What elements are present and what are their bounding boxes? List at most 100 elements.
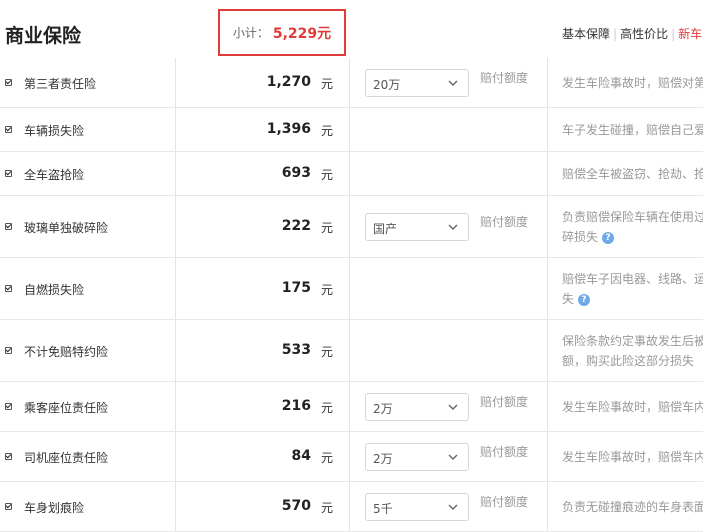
select-checkbox[interactable] [5, 126, 12, 133]
premium-amount: 175 [281, 280, 311, 296]
table-row: 车辆损失险 1,396 元 车子发生碰撞，赔偿自己爱 [0, 108, 703, 152]
currency-unit: 元 [321, 283, 334, 297]
description-line: 发生车险事故时，赔偿车内 [562, 400, 703, 414]
table-row: 不计免赔特约险 533 元 保险条款约定事故发生后被 额，购买此险这部分损失 [0, 320, 703, 382]
select-checkbox[interactable] [5, 79, 12, 86]
select-checkbox[interactable] [5, 170, 12, 177]
page-title: 商业保险 [5, 25, 82, 47]
coverage-label: 赔付额度 [480, 395, 529, 409]
currency-unit: 元 [321, 401, 334, 415]
coverage-amount-select[interactable]: 5千 [365, 493, 469, 521]
table-row: 第三者责任险 1,270 元 20万 赔付额度 发生车险事故时，赔偿对第 [0, 58, 703, 108]
description-line: 发生车险事故时，赔偿对第 [562, 76, 703, 90]
table-row: 乘客座位责任险 216 元 2万 赔付额度 发生车险事故时，赔偿车内 [0, 382, 703, 432]
coverage-name: 不计免赔特约险 [24, 345, 109, 359]
insurance-table: 第三者责任险 1,270 元 20万 赔付额度 发生车险事故时，赔偿对第车辆损失险 1,… [0, 58, 703, 532]
coverage-amount-select[interactable]: 国产 [365, 213, 469, 241]
currency-unit: 元 [321, 124, 334, 138]
description-line: 额，购买此险这部分损失 [562, 354, 695, 368]
coverage-name: 车辆损失险 [24, 124, 85, 138]
chevron-down-icon [448, 224, 458, 230]
plan-tabs: 基本保障 | 高性价比 | 新车 [562, 25, 702, 42]
subtotal-box: 小计： 5,229元 [218, 9, 346, 56]
premium-amount: 570 [281, 498, 311, 514]
coverage-description: 赔偿全车被盗窃、抢劫、抢 [562, 164, 703, 184]
chevron-down-icon [448, 80, 458, 86]
selected-value: 2万 [373, 452, 393, 466]
coverage-name: 司机座位责任险 [24, 451, 109, 465]
help-icon[interactable]: ? [578, 293, 591, 306]
description-line: 负责无碰撞痕迹的车身表面 [562, 500, 703, 514]
coverage-amount-select[interactable]: 2万 [365, 393, 469, 421]
coverage-description: 发生车险事故时，赔偿对第 [562, 73, 703, 93]
coverage-label: 赔付额度 [480, 215, 529, 229]
description-line: 失 [562, 292, 575, 306]
coverage-name: 乘客座位责任险 [24, 401, 109, 415]
table-row: 车身划痕险 570 元 5千 赔付额度 负责无碰撞痕迹的车身表面 [0, 482, 703, 532]
premium-amount: 1,270 [266, 74, 311, 90]
selected-value: 20万 [373, 78, 401, 92]
coverage-amount-select[interactable]: 2万 [365, 443, 469, 471]
table-row: 司机座位责任险 84 元 2万 赔付额度 发生车险事故时，赔偿车内 [0, 432, 703, 482]
coverage-description: 赔偿车子因电器、线路、运失? [562, 269, 703, 309]
coverage-label: 赔付额度 [480, 71, 529, 85]
coverage-name: 全车盗抢险 [24, 168, 85, 182]
description-line: 发生车险事故时，赔偿车内 [562, 450, 703, 464]
table-row: 玻璃单独破碎险 222 元 国产 赔付额度 负责赔偿保险车辆在使用过 碎损失? [0, 196, 703, 258]
select-checkbox[interactable] [5, 347, 12, 354]
premium-amount: 533 [281, 342, 311, 358]
table-row: 自燃损失险 175 元 赔偿车子因电器、线路、运失? [0, 258, 703, 320]
coverage-name: 车身划痕险 [24, 501, 85, 515]
description-line: 赔偿车子因电器、线路、运 [562, 272, 703, 286]
coverage-name: 自燃损失险 [24, 283, 85, 297]
tab-value[interactable]: 高性价比 [620, 27, 668, 41]
tab-new-car[interactable]: 新车 [678, 27, 702, 41]
selected-value: 5千 [373, 502, 393, 516]
currency-unit: 元 [321, 221, 334, 235]
coverage-description: 负责赔偿保险车辆在使用过 碎损失? [562, 207, 703, 247]
description-line: 碎损失 [562, 230, 599, 244]
premium-amount: 1,396 [266, 121, 311, 137]
currency-unit: 元 [321, 168, 334, 182]
chevron-down-icon [448, 404, 458, 410]
description-line: 负责赔偿保险车辆在使用过 [562, 210, 703, 224]
select-checkbox[interactable] [5, 285, 12, 292]
currency-unit: 元 [321, 451, 334, 465]
chevron-down-icon [448, 504, 458, 510]
coverage-description: 车子发生碰撞，赔偿自己爱 [562, 120, 703, 140]
select-checkbox[interactable] [5, 403, 12, 410]
selected-value: 国产 [373, 222, 398, 236]
premium-amount: 693 [281, 165, 311, 181]
coverage-label: 赔付额度 [480, 495, 529, 509]
coverage-description: 保险条款约定事故发生后被 额，购买此险这部分损失 [562, 331, 703, 371]
currency-unit: 元 [321, 77, 334, 91]
coverage-description: 发生车险事故时，赔偿车内 [562, 447, 703, 467]
select-checkbox[interactable] [5, 503, 12, 510]
coverage-description: 发生车险事故时，赔偿车内 [562, 397, 703, 417]
coverage-name: 玻璃单独破碎险 [24, 221, 109, 235]
coverage-description: 负责无碰撞痕迹的车身表面 [562, 497, 703, 517]
coverage-amount-select[interactable]: 20万 [365, 69, 469, 97]
description-line: 赔偿全车被盗窃、抢劫、抢 [562, 167, 703, 181]
description-line: 车子发生碰撞，赔偿自己爱 [562, 123, 703, 137]
subtotal-value: 5,229元 [272, 25, 332, 42]
coverage-label: 赔付额度 [480, 445, 529, 459]
selected-value: 2万 [373, 402, 393, 416]
premium-amount: 216 [281, 398, 311, 414]
currency-unit: 元 [321, 501, 334, 515]
premium-amount: 84 [291, 448, 311, 464]
select-checkbox[interactable] [5, 453, 12, 460]
tab-separator: | [613, 27, 618, 41]
tab-basic[interactable]: 基本保障 [562, 27, 610, 41]
premium-amount: 222 [281, 218, 311, 234]
currency-unit: 元 [321, 345, 334, 359]
chevron-down-icon [448, 454, 458, 460]
table-row: 全车盗抢险 693 元 赔偿全车被盗窃、抢劫、抢 [0, 152, 703, 196]
description-line: 保险条款约定事故发生后被 [562, 334, 703, 348]
coverage-name: 第三者责任险 [24, 77, 97, 91]
select-checkbox[interactable] [5, 223, 12, 230]
tab-separator: | [671, 27, 676, 41]
header: 商业保险 小计： 5,229元 基本保障 | 高性价比 | 新车 [0, 0, 703, 58]
help-icon[interactable]: ? [602, 231, 615, 244]
subtotal-label: 小计： [232, 26, 269, 40]
